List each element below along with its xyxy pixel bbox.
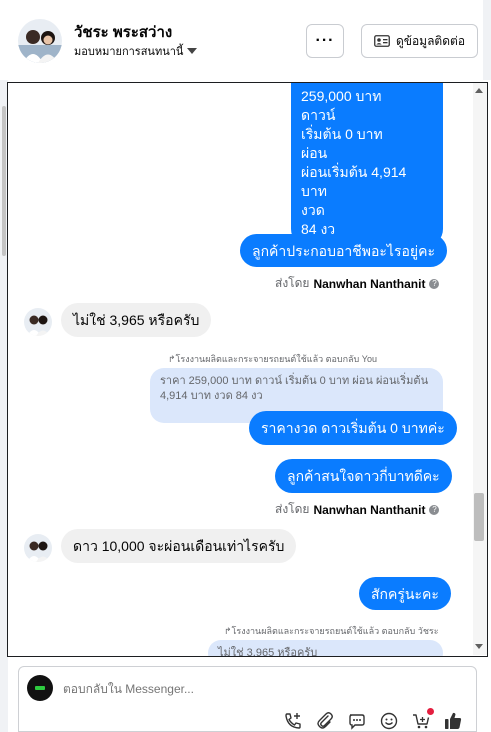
caret-down-icon xyxy=(187,48,198,54)
scroll-up-arrow[interactable] xyxy=(475,88,483,93)
sent-by-prefix: ส่งโดย xyxy=(275,502,310,516)
message-bubble-incoming[interactable]: ดาว 10,000 จะผ่อนเดือนเท่าไรครับ xyxy=(61,529,297,563)
price-line: ผ่อน xyxy=(301,145,328,161)
scrollbar-thumb[interactable] xyxy=(474,493,484,541)
view-contact-info-button[interactable]: ดูข้อมูลติดต่อ xyxy=(361,24,478,58)
message-bubble-outgoing[interactable]: ราคางวด ดาวเริ่มต้น 0 บาทค่ะ xyxy=(249,411,457,445)
view-contact-info-label: ดูข้อมูลติดต่อ xyxy=(395,33,466,48)
composer-toolbar xyxy=(283,708,465,731)
sender-avatar[interactable] xyxy=(24,308,52,336)
message-composer xyxy=(18,666,477,732)
price-line: เริ่มต้น 0 บาท xyxy=(301,126,383,142)
price-line: 259,000 บาท xyxy=(301,88,382,104)
help-icon[interactable]: ? xyxy=(429,278,440,289)
call-add-icon[interactable] xyxy=(283,711,305,731)
message-bubble-incoming[interactable]: ไม่ใช่ 3,965 หรือครับ xyxy=(61,303,212,337)
sent-by-label: ส่งโดย Nanwhan Nanthanit ? xyxy=(275,274,440,293)
notification-dot xyxy=(427,708,434,715)
price-line: ดาวน์ xyxy=(301,107,336,123)
message-bubble-outgoing[interactable]: ลูกค้าประกอบอาชีพอะไรอยู่คะ xyxy=(240,234,447,267)
emoji-icon[interactable] xyxy=(379,711,401,731)
contact-avatar[interactable] xyxy=(18,19,62,63)
left-scrollbar-thumb[interactable] xyxy=(2,106,6,256)
message-bubble-outgoing[interactable]: ลูกค้าสนใจดาวกี่บาทดีคะ xyxy=(275,459,452,493)
price-line: งวด xyxy=(301,202,325,218)
reply-input[interactable] xyxy=(63,682,443,696)
sender-avatar[interactable] xyxy=(24,534,52,562)
like-icon[interactable] xyxy=(443,711,465,731)
price-line: ผ่อนเริ่มต้น 4,914 บาท xyxy=(301,164,407,199)
conversation-pane: 259,000 บาท ดาวน์ เริ่มต้น 0 บาท ผ่อน ผ่… xyxy=(7,82,488,657)
more-options-button[interactable]: ··· xyxy=(306,24,344,58)
sent-by-label: ส่งโดย Nanwhan Nanthanit ? xyxy=(275,500,440,519)
contact-card-icon xyxy=(374,35,390,47)
reply-templates-icon[interactable] xyxy=(347,711,369,731)
message-bubble-outgoing[interactable]: สักครู่นะคะ xyxy=(359,577,451,610)
scroll-down-arrow[interactable] xyxy=(475,644,483,649)
page-logo-avatar xyxy=(27,675,53,701)
quoted-message[interactable]: ไม่ใช่ 3,965 หรือครับ xyxy=(208,640,443,656)
assign-label: มอบหมายการสนทนานี้ xyxy=(74,46,184,58)
sent-by-name[interactable]: Nanwhan Nanthanit xyxy=(313,277,425,291)
more-options-label: ··· xyxy=(315,32,335,49)
cart-add-icon[interactable] xyxy=(411,708,434,731)
conversation-scrollbar[interactable] xyxy=(473,83,487,655)
price-message-bubble[interactable]: 259,000 บาท ดาวน์ เริ่มต้น 0 บาท ผ่อน ผ่… xyxy=(291,83,443,247)
sent-by-prefix: ส่งโดย xyxy=(275,276,310,290)
chat-header: วัชระ พระสว่าง มอบหมายการสนทนานี้ ··· ดู… xyxy=(0,0,491,80)
sent-by-name[interactable]: Nanwhan Nanthanit xyxy=(313,503,425,517)
reply-note: ↱โรงงานผลิตและกระจายรถยนต์ใช้แล้ว ตอบกลั… xyxy=(224,626,439,636)
contact-name[interactable]: วัชระ พระสว่าง xyxy=(74,20,172,44)
attach-icon[interactable] xyxy=(315,711,337,731)
help-icon[interactable]: ? xyxy=(429,504,440,515)
reply-note: ↱โรงงานผลิตและกระจายรถยนต์ใช้แล้ว ตอบกลั… xyxy=(168,354,377,364)
page-scrollbar-top xyxy=(483,0,491,80)
assign-conversation[interactable]: มอบหมายการสนทนานี้ xyxy=(74,42,198,60)
